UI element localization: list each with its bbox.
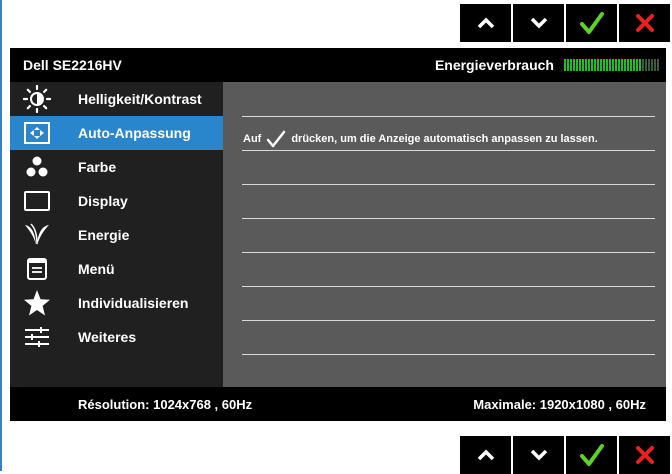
star-icon	[23, 289, 51, 317]
energy-meter-segment	[606, 59, 608, 71]
energy-meter-segment	[630, 59, 632, 71]
row-divider	[242, 320, 655, 321]
hint-text: drücken, um die Anzeige automatisch anpa…	[291, 133, 598, 145]
menu-item-label: Display	[78, 193, 128, 209]
chevron-down-icon	[530, 449, 547, 461]
energy-meter-segment	[591, 59, 593, 71]
hint-prefix: Auf	[243, 133, 262, 145]
energy-indicator: Energieverbrauch	[435, 57, 659, 73]
energy-meter-segment	[609, 59, 611, 71]
osd-footer: Résolution: 1024x768 , 60Hz Maximale: 19…	[10, 387, 666, 421]
down-button[interactable]	[513, 4, 564, 42]
energy-meter-segment	[618, 59, 620, 71]
exit-button[interactable]	[619, 4, 670, 42]
menu-item-label: Farbe	[78, 159, 117, 175]
row-divider	[242, 354, 655, 355]
energy-meter-segment	[570, 59, 572, 71]
energy-meter-segment	[612, 59, 614, 71]
energy-meter-segment	[621, 59, 623, 71]
brightness-icon	[23, 85, 51, 113]
menu-item-label: Auto-Anpassung	[78, 125, 191, 141]
up-button[interactable]	[460, 436, 511, 474]
down-button[interactable]	[513, 436, 564, 474]
chevron-up-icon	[477, 449, 494, 461]
menu-item-label: Weiteres	[78, 329, 137, 345]
energy-meter-segment	[636, 59, 638, 71]
top-button-bar	[460, 4, 672, 42]
menu-item-label: Helligkeit/Kontrast	[78, 91, 202, 107]
menu-item-personalize[interactable]: Individualisieren	[10, 286, 223, 320]
exit-button[interactable]	[619, 436, 670, 474]
energy-meter-segment	[633, 59, 635, 71]
current-resolution: Résolution: 1024x768 , 60Hz	[78, 396, 253, 412]
row-divider	[242, 252, 655, 253]
menu-item-color[interactable]: Farbe	[10, 150, 223, 184]
checkmark-icon	[579, 444, 604, 466]
energy-meter-segment	[594, 59, 596, 71]
close-icon	[635, 14, 654, 32]
energy-meter-segment	[651, 59, 653, 71]
ok-button[interactable]	[566, 436, 617, 474]
energy-meter-segment	[639, 59, 641, 71]
energy-meter-segment	[657, 59, 659, 71]
color-dots-icon	[23, 153, 51, 181]
auto-adjust-icon	[23, 119, 51, 147]
display-icon	[23, 187, 51, 215]
menu-item-label: Menü	[78, 261, 115, 277]
bottom-button-bar	[460, 436, 672, 474]
row-divider	[242, 116, 655, 117]
menu-icon	[23, 255, 51, 283]
menu-item-auto-adjust[interactable]: Auto-Anpassung	[10, 116, 223, 150]
close-icon	[635, 446, 654, 464]
energy-meter-segment	[645, 59, 647, 71]
energy-meter-segment	[582, 59, 584, 71]
sidebar-menu: Helligkeit/Kontrast Auto-Anpassung Farbe	[10, 82, 223, 387]
energy-meter-segment	[573, 59, 575, 71]
checkmark-icon	[579, 12, 604, 34]
menu-item-others[interactable]: Weiteres	[10, 320, 223, 354]
window-frame-edge	[0, 0, 2, 471]
sliders-icon	[23, 323, 51, 351]
energy-meter-segment	[642, 59, 644, 71]
energy-meter-segment	[567, 59, 569, 71]
ok-button[interactable]	[566, 4, 617, 42]
energy-meter-segment	[564, 59, 566, 71]
energy-label: Energieverbrauch	[434, 57, 554, 73]
row-divider	[242, 184, 655, 185]
menu-item-menu[interactable]: Menü	[10, 252, 223, 286]
energy-meter-segment	[585, 59, 587, 71]
energy-meter-segment	[624, 59, 626, 71]
energy-meter-segment	[576, 59, 578, 71]
menu-item-brightness-contrast[interactable]: Helligkeit/Kontrast	[10, 82, 223, 116]
energy-meter-segment	[603, 59, 605, 71]
energy-meter-segment	[597, 59, 599, 71]
osd-header: Dell SE2216HV Energieverbrauch	[10, 48, 666, 82]
row-divider	[242, 150, 655, 151]
energy-meter-segment	[627, 59, 629, 71]
energy-meter	[564, 59, 659, 71]
osd-panel: Dell SE2216HV Energieverbrauch Helligkei…	[10, 48, 666, 421]
chevron-up-icon	[477, 17, 494, 29]
energy-meter-segment	[588, 59, 590, 71]
energy-meter-segment	[615, 59, 617, 71]
menu-item-energy[interactable]: Energie	[10, 218, 223, 252]
menu-item-label: Individualisieren	[78, 295, 189, 311]
energy-meter-segment	[600, 59, 602, 71]
energy-leaf-icon	[23, 221, 51, 249]
content-panel: Auf drücken, um die Anzeige automatisch …	[223, 82, 666, 387]
menu-item-display[interactable]: Display	[10, 184, 223, 218]
up-button[interactable]	[460, 4, 511, 42]
energy-meter-segment	[648, 59, 650, 71]
energy-meter-segment	[579, 59, 581, 71]
chevron-down-icon	[530, 17, 547, 29]
monitor-model: Dell SE2216HV	[23, 57, 122, 73]
row-divider	[242, 218, 655, 219]
menu-item-label: Energie	[78, 227, 130, 243]
row-divider	[242, 286, 655, 287]
checkmark-icon	[267, 130, 286, 148]
energy-meter-segment	[654, 59, 656, 71]
maximum-resolution: Maximale: 1920x1080 , 60Hz	[473, 396, 646, 412]
